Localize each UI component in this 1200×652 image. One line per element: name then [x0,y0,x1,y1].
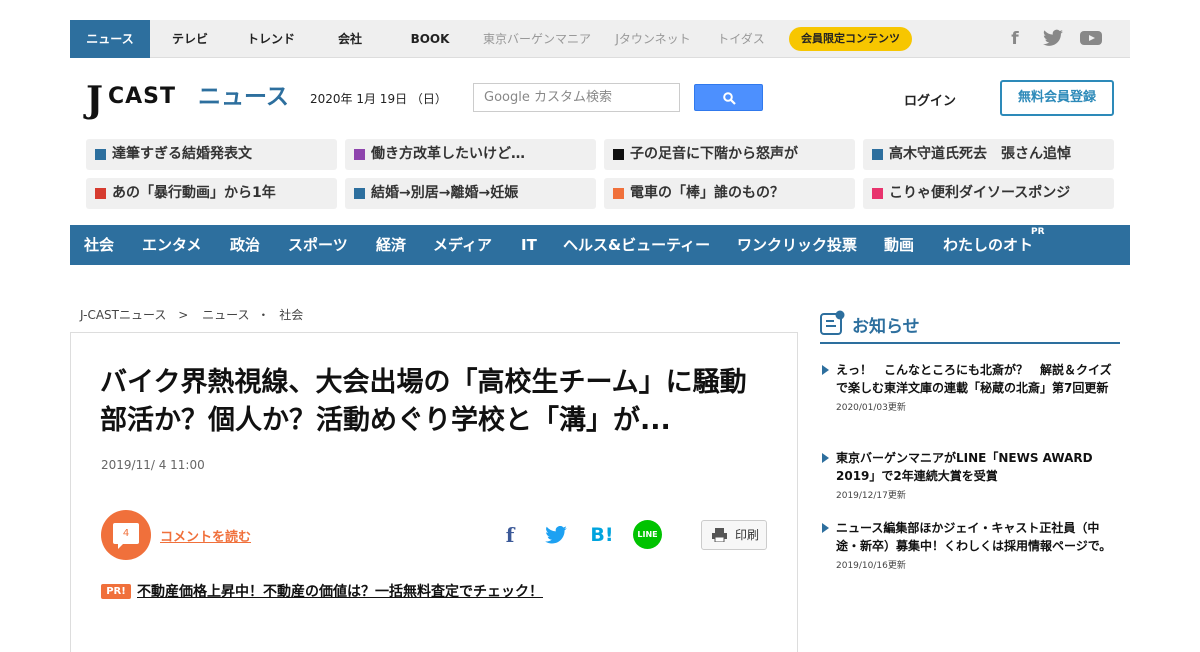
arrow-right-icon [822,365,829,375]
tag-color-marker [872,149,883,160]
notice-date: 2020/01/03更新 [836,403,906,413]
facebook-icon[interactable]: f [1004,29,1026,49]
trend-tag-label: 働き方改革したいけど… [371,146,525,162]
comment-button[interactable]: 4 [101,510,151,560]
topnav-item-news[interactable]: ニュース [70,20,150,58]
notice-item[interactable]: ニュース編集部ほかジェイ・キャスト正社員（中途・新卒）募集中！くわしくは採用情報… [820,519,1120,571]
youtube-icon[interactable] [1080,29,1102,49]
login-link[interactable]: ログイン [904,90,956,109]
trend-tag[interactable]: 結婚→別居→離婚→妊娠 [345,178,596,209]
trend-tag-label: あの「暴行動画」から1年 [112,185,276,201]
line-share-icon[interactable]: LINE [633,520,662,549]
topnav-item-bargain[interactable]: 東京バーゲンマニア [478,20,596,58]
breadcrumb-separator: ・ [257,308,270,322]
top-nav: ニュース テレビ トレンド 会社 BOOK 東京バーゲンマニア Jタウンネット … [70,20,1130,58]
category-economy[interactable]: 経済 [376,225,406,265]
hatena-bookmark-icon[interactable]: B! [589,522,615,548]
trend-tag-label: こりゃ便利ダイソースポンジ [889,185,1071,201]
search-icon [723,92,736,105]
arrow-right-icon [822,523,829,533]
arrow-right-icon [822,453,829,463]
category-it[interactable]: IT [521,225,537,265]
comment-count: 4 [113,523,139,549]
category-nav: 社会 エンタメ 政治 スポーツ 経済 メディア IT ヘルス&ビューティー ワン… [70,225,1130,265]
category-watashi-no-oto[interactable]: わたしのオト [943,225,1033,265]
tag-color-marker [872,188,883,199]
trend-tag[interactable]: 達筆すぎる結婚発表文 [86,139,337,170]
tag-color-marker [95,188,106,199]
read-comments-link[interactable]: コメントを読む [160,526,251,545]
trend-tag[interactable]: 子の足音に下階から怒声が [604,139,855,170]
logo-cast: CAST [108,84,177,109]
category-entertainment[interactable]: エンタメ [142,225,202,265]
trend-tag-label: 子の足音に下階から怒声が [630,146,798,162]
category-politics[interactable]: 政治 [230,225,260,265]
search-button[interactable] [694,84,763,111]
topnav-item-tv[interactable]: テレビ [154,20,226,58]
category-sports[interactable]: スポーツ [288,225,348,265]
search-input[interactable]: Google カスタム検索 [473,83,680,112]
logo-news: ニュース [198,84,289,110]
pr-ad-link[interactable]: 不動産価格上昇中！不動産の価値は？一括無料査定でチェック！ [137,581,543,601]
topnav-item-book[interactable]: BOOK [396,20,464,58]
trend-tag-label: 高木守道氏死去 張さん追悼 [889,146,1071,162]
tag-color-marker [613,188,624,199]
print-icon [712,528,727,542]
tag-color-marker [354,188,365,199]
pr-badge: PR! [101,584,131,599]
trend-tag-label: 結婚→別居→離婚→妊娠 [371,185,519,201]
topnav-item-jtown[interactable]: Jタウンネット [608,20,698,58]
topnav-item-toidas[interactable]: トイダス [710,20,772,58]
article-title: バイク界熱視線、大会出場の「高校生チーム」に騒動 部活か？個人か？活動めぐり学校… [100,367,774,436]
logo-j: J [86,79,104,121]
pr-label: PR [1031,227,1045,237]
category-health-beauty[interactable]: ヘルス&ビューティー [563,225,710,265]
notice-text: ニュース編集部ほかジェイ・キャスト正社員（中途・新卒）募集中！くわしくは採用情報… [836,521,1112,553]
trend-tag[interactable]: 高木守道氏死去 張さん追悼 [863,139,1114,170]
trend-tag-label: 達筆すぎる結婚発表文 [112,146,252,162]
tag-color-marker [354,149,365,160]
notice-text: えっ！ こんなところにも北斎が？ 解説＆クイズで楽しむ東洋文庫の連載「秘蔵の北斎… [836,363,1112,395]
topnav-item-company[interactable]: 会社 [316,20,384,58]
notice-icon [820,310,845,335]
category-society[interactable]: 社会 [84,225,114,265]
twitter-share-icon[interactable] [544,522,568,548]
trend-tag-label: 電車の「棒」誰のもの？ [630,185,784,201]
notices-header: お知らせ [820,310,1120,344]
trend-tag[interactable]: こりゃ便利ダイソースポンジ [863,178,1114,209]
category-one-click-vote[interactable]: ワンクリック投票 [737,225,857,265]
notice-date: 2019/12/17更新 [836,491,906,501]
current-date: 2020年 1月 19日 （日） [310,92,447,106]
notice-item[interactable]: 東京バーゲンマニアがLINE「NEWS AWARD 2019」で2年連続大賞を受… [820,449,1120,501]
breadcrumb: J-CASTニュース > ニュース ・ 社会 [80,306,303,323]
print-button[interactable]: 印刷 [701,520,767,550]
breadcrumb-society[interactable]: 社会 [279,308,303,322]
breadcrumb-separator: > [178,308,189,322]
category-video[interactable]: 動画 [884,225,914,265]
notice-date: 2019/10/16更新 [836,561,906,571]
notice-item[interactable]: えっ！ こんなところにも北斎が？ 解説＆クイズで楽しむ東洋文庫の連載「秘蔵の北斎… [820,361,1120,413]
trend-tag[interactable]: 電車の「棒」誰のもの？ [604,178,855,209]
notices-title: お知らせ [852,317,920,337]
facebook-share-icon[interactable]: f [500,522,520,548]
topnav-item-trend[interactable]: トレンド [232,20,310,58]
article-date: 2019/11/ 4 11:00 [101,458,205,472]
trend-tag[interactable]: 働き方改革したいけど… [345,139,596,170]
notice-text: 東京バーゲンマニアがLINE「NEWS AWARD 2019」で2年連続大賞を受… [836,451,1093,483]
register-button[interactable]: 無料会員登録 [1000,80,1114,116]
breadcrumb-home[interactable]: J-CASTニュース [80,308,166,322]
tag-color-marker [613,149,624,160]
twitter-icon[interactable] [1042,29,1064,49]
tag-color-marker [95,149,106,160]
breadcrumb-news[interactable]: ニュース [202,308,249,322]
member-content-badge[interactable]: 会員限定コンテンツ [789,27,912,51]
print-label: 印刷 [735,528,760,542]
trend-tag[interactable]: あの「暴行動画」から1年 [86,178,337,209]
category-media[interactable]: メディア [433,225,492,265]
